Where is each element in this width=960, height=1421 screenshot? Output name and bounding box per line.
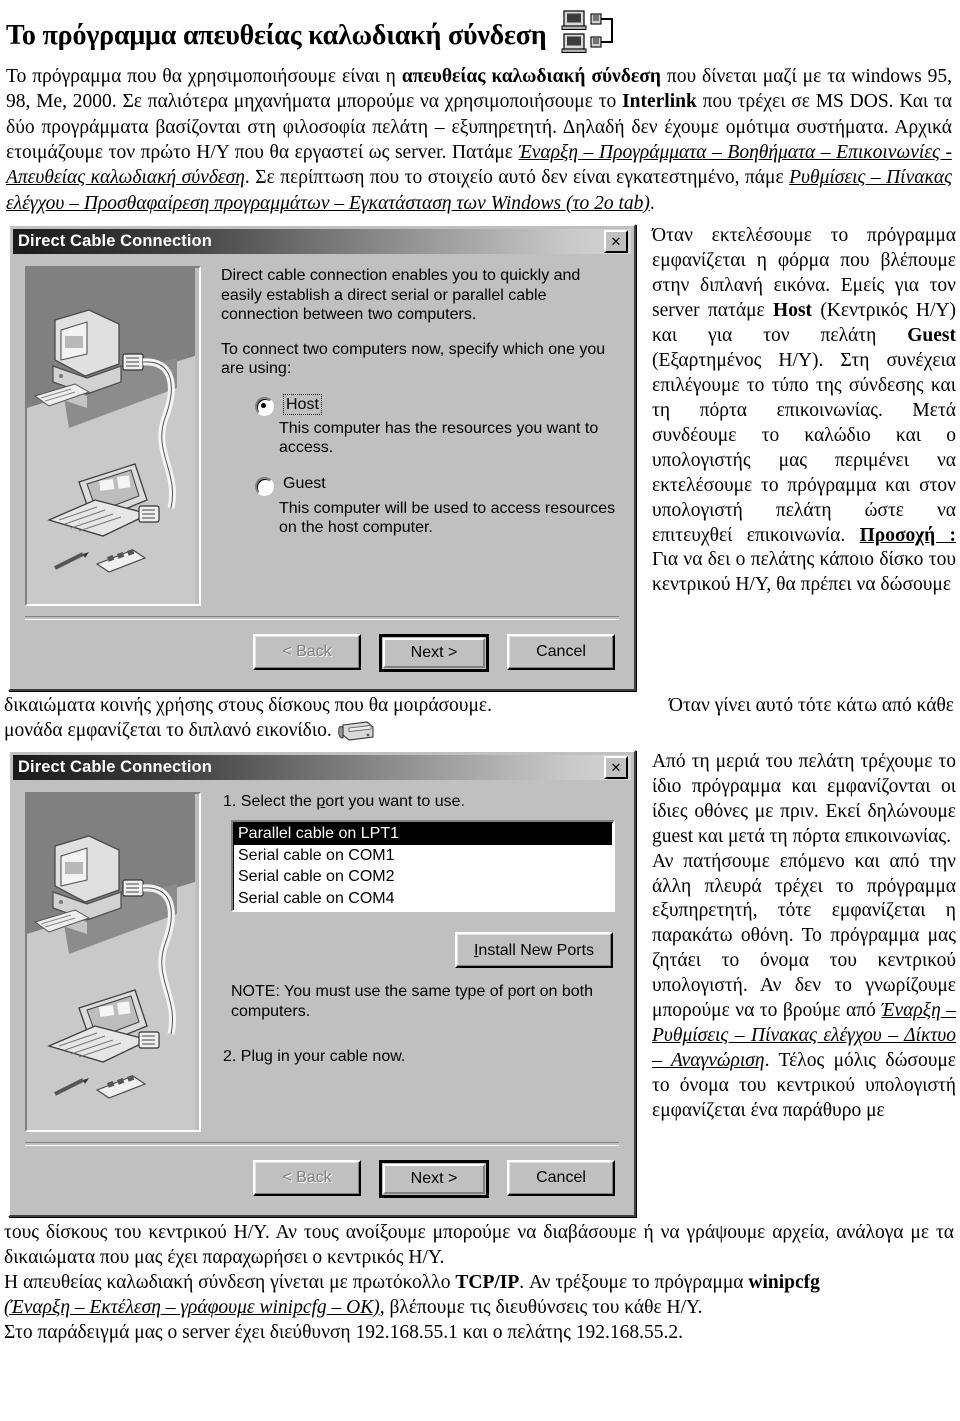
right-text-4: Για να δει ο πελάτης κάποιο δίσκο του κε…	[652, 549, 956, 596]
back-button[interactable]: < Back	[253, 1159, 361, 1196]
bottom-line-3: (Έναρξη – Εκτέλεση – γράφουμε winipcfg –…	[4, 1296, 954, 1321]
right-para-1: Όταν εκτελέσουμε το πρόγραμμα εμφανίζετα…	[652, 224, 956, 598]
dialog1-description: Direct cable connection enables you to q…	[221, 267, 581, 324]
middle-line-2: μονάδα εμφανίζεται το διπλανό εικονίδιο.	[4, 718, 954, 743]
two-computers-cable-illustration	[25, 266, 201, 607]
step1-accesskey: p	[316, 792, 326, 810]
radio-host-label[interactable]: Host	[283, 393, 322, 416]
shared-drive-icon	[337, 719, 375, 743]
right-column-text-bottom: Από τη μεριά του πελάτη τρέχουμε το ίδιο…	[652, 750, 960, 1124]
dialog1-content: Direct cable connection enables you to q…	[201, 266, 621, 606]
middle-line-1: δικαιώματα κοινής χρήσης στους δίσκους π…	[4, 693, 954, 718]
list-item[interactable]: Serial cable on COM4	[234, 888, 612, 910]
middle-text-block: δικαιώματα κοινής χρήσης στους δίσκους π…	[0, 691, 960, 744]
two-computers-cable-illustration	[25, 791, 201, 1132]
right-para-6: Αν πατήσουμε επόμενο και από την άλλη πλ…	[652, 850, 956, 1124]
menu-path-run-winipcfg: (Έναρξη – Εκτέλεση – γράφουμε winipcfg –…	[4, 1296, 380, 1318]
dialog1-body: Direct cable connection enables you to q…	[13, 254, 631, 607]
list-item[interactable]: Parallel cable on LPT1	[234, 823, 612, 845]
install-ports-label: nstall New Ports	[478, 941, 595, 959]
dialog-direct-cable-connection-step2[interactable]: Direct Cable Connection ✕ 1. Select the …	[8, 749, 636, 1217]
list-item[interactable]: Serial cable on COM2	[234, 866, 612, 888]
cancel-button[interactable]: Cancel	[507, 1159, 615, 1196]
step1-label: 1. Select the port you want to use.	[223, 792, 621, 812]
port-note: NOTE: You must use the same type of port…	[231, 983, 593, 1020]
step2-label: 2. Plug in your cable now.	[223, 1048, 406, 1066]
warning-label: Προσοχή :	[859, 524, 956, 546]
host-bold: Host	[773, 299, 813, 321]
middle-text-left: δικαιώματα κοινής χρήσης στους δίσκους π…	[4, 695, 492, 717]
dialog1-title: Direct Cable Connection	[18, 232, 212, 251]
right-text-3: (Εξαρτημένος Η/Υ). Στη συνέχεια επιλέγου…	[652, 349, 956, 546]
dialog2-and-right-column: Direct Cable Connection ✕ 1. Select the …	[0, 749, 960, 1217]
tcpip-bold: TCP/IP	[455, 1271, 520, 1293]
bottom-line-4: Στο παράδειγμά μας ο server έχει διεύθυν…	[4, 1321, 683, 1343]
dialog1-button-bar: < Back Next > Cancel	[13, 620, 631, 686]
radio-guest-label[interactable]: Guest	[283, 474, 326, 494]
radio-guest[interactable]: Guest	[255, 474, 621, 496]
back-button[interactable]: < Back	[253, 634, 361, 671]
bottom-line-1: τους δίσκους του κεντρικού Η/Υ. Αν τους …	[4, 1221, 954, 1268]
page-title: Το πρόγραμμα απευθείας καλωδιακή σύνδεση	[6, 20, 547, 51]
middle-text-right: Όταν γίνει αυτό τότε κάτω από κάθε	[668, 695, 954, 717]
dialog2-button-bar: < Back Next > Cancel	[13, 1146, 631, 1212]
dialog2-content: 1. Select the port you want to use. Para…	[201, 792, 621, 1132]
document-page: Το πρόγραμμα απευθείας καλωδιακή σύνδεση	[0, 0, 960, 1421]
next-button-label: Next >	[383, 1163, 485, 1194]
radio-host[interactable]: Host	[255, 393, 621, 416]
intro-bold-dcc: απευθείας καλωδιακή σύνδεση	[401, 66, 661, 87]
right-column-text-top: Όταν εκτελέσουμε το πρόγραμμα εμφανίζετα…	[652, 224, 960, 598]
bottom-text-l3-rest: , βλέπουμε τις διευθύνσεις του κάθε Η/Υ.	[379, 1296, 703, 1318]
middle-text-line2: μονάδα εμφανίζεται το διπλανό εικονίδιο.	[4, 720, 332, 742]
step1-post: ort you want to use.	[325, 792, 465, 810]
step1-pre: 1. Select the	[223, 792, 317, 810]
intro-bold-interlink: Interlink	[622, 91, 697, 113]
close-icon[interactable]: ✕	[604, 230, 628, 254]
dialog2-title: Direct Cable Connection	[18, 757, 212, 776]
dialog2-body: 1. Select the port you want to use. Para…	[13, 780, 631, 1132]
guest-bold: Guest	[907, 324, 956, 346]
page-title-row: Το πρόγραμμα απευθείας καλωδιακή σύνδεση	[0, 0, 960, 58]
install-new-ports-button[interactable]: Install New Ports	[455, 932, 613, 969]
bottom-text-a: Η απευθείας καλωδιακή σύνδεση γίνεται με…	[4, 1271, 456, 1293]
next-button[interactable]: Next >	[379, 1159, 489, 1198]
dialog1-and-right-column: Direct Cable Connection ✕ Direct cable c…	[0, 224, 960, 692]
close-icon[interactable]: ✕	[604, 755, 628, 779]
radio-host-indicator[interactable]	[255, 396, 274, 416]
dialog1-prompt: To connect two computers now, specify wh…	[221, 340, 606, 378]
next-button[interactable]: Next >	[379, 634, 489, 673]
right-text-6: Αν πατήσουμε επόμενο και από την άλλη πλ…	[652, 850, 956, 1022]
two-computers-cable-icon	[560, 9, 620, 57]
intro-text-g: .	[649, 192, 655, 214]
intro-paragraph: Το πρόγραμμα που θα χρησιμοποιήσουμε είν…	[0, 58, 960, 216]
dialog2-titlebar[interactable]: Direct Cable Connection ✕	[13, 754, 631, 780]
list-item[interactable]: Serial cable on COM1	[234, 845, 612, 867]
bottom-line-2: Η απευθείας καλωδιακή σύνδεση γίνεται με…	[4, 1271, 954, 1296]
right-para-5: Από τη μεριά του πελάτη τρέχουμε το ίδιο…	[652, 750, 956, 847]
install-ports-row: Install New Ports	[221, 932, 613, 969]
radio-guest-indicator[interactable]	[255, 476, 274, 496]
intro-text-a: Το πρόγραμμα που θα χρησιμοποιήσουμε είν…	[6, 66, 402, 87]
winipcfg-bold: winipcfg	[748, 1271, 820, 1293]
bottom-paragraph: τους δίσκους του κεντρικού Η/Υ. Αν τους …	[0, 1217, 960, 1346]
dialog-direct-cable-connection-step1[interactable]: Direct Cable Connection ✕ Direct cable c…	[8, 224, 636, 692]
dialog1-titlebar[interactable]: Direct Cable Connection ✕	[13, 229, 631, 255]
bottom-text-c: . Αν τρέξουμε το πρόγραμμα	[519, 1271, 749, 1293]
intro-text-f: . Σε περίπτωση που το στοιχείο αυτό δεν …	[244, 167, 790, 189]
port-listbox[interactable]: Parallel cable on LPT1 Serial cable on C…	[231, 820, 615, 913]
next-button-label: Next >	[383, 638, 485, 669]
radio-host-description: This computer has the resources you want…	[279, 419, 599, 457]
cancel-button[interactable]: Cancel	[507, 634, 615, 671]
radio-guest-description: This computer will be used to access res…	[279, 499, 616, 537]
